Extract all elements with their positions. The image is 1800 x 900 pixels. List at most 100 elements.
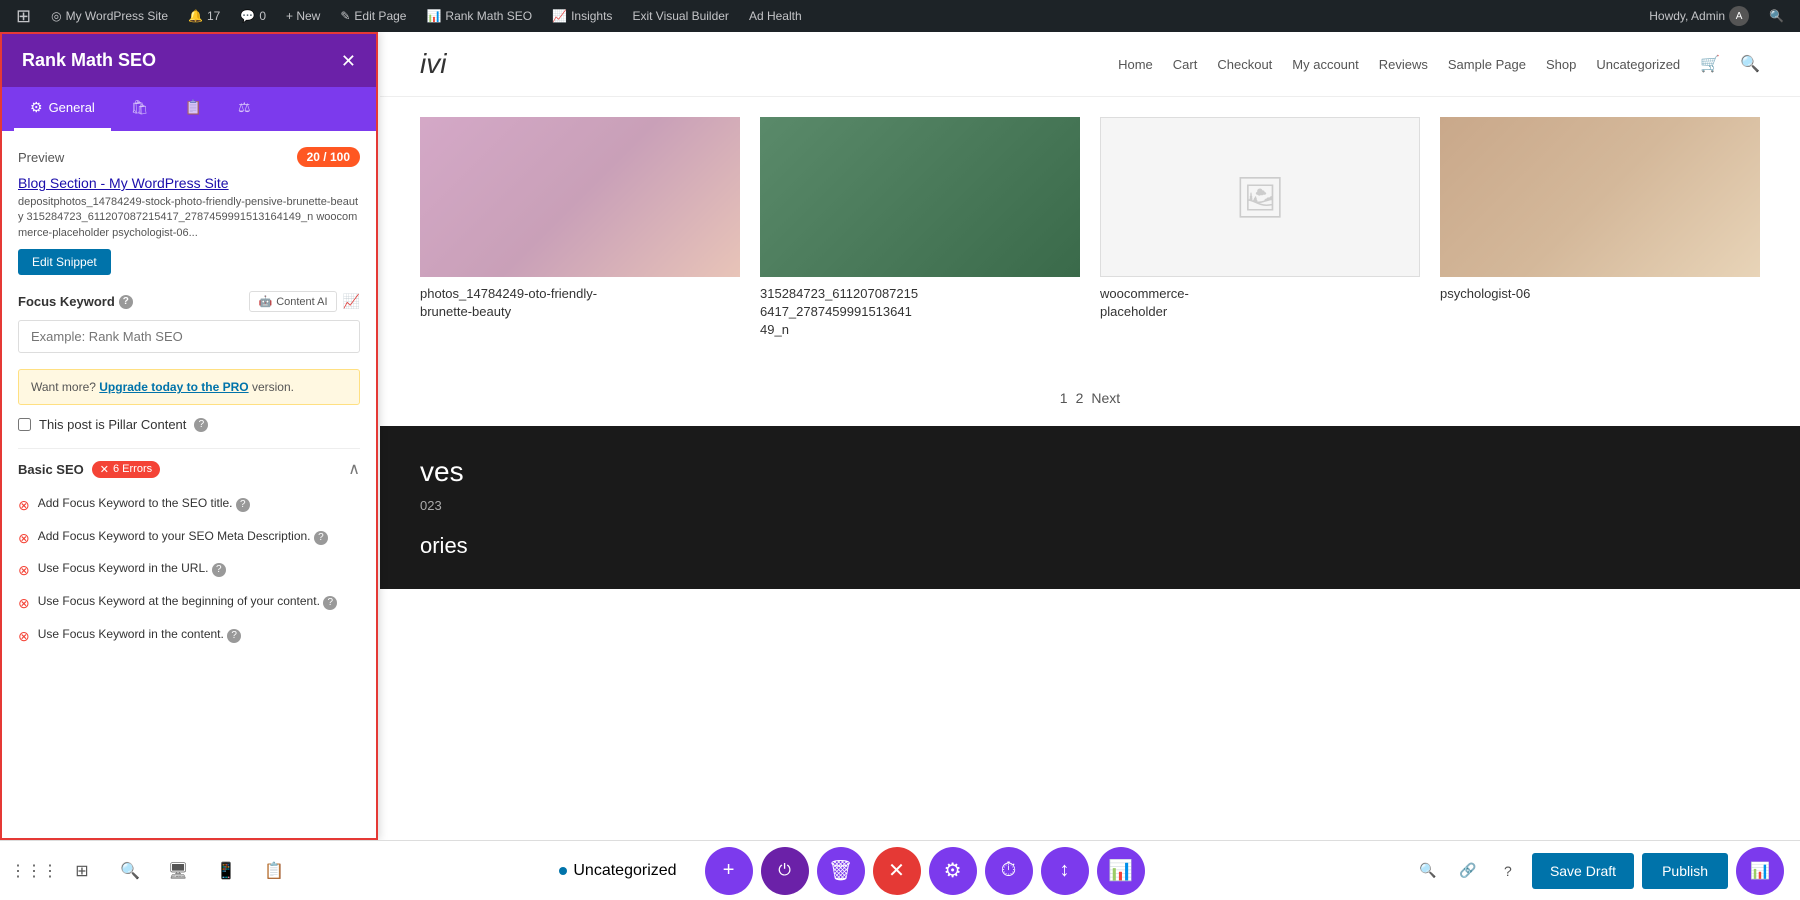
page-2[interactable]: 2 bbox=[1076, 390, 1084, 406]
nav-checkout[interactable]: Checkout bbox=[1217, 57, 1272, 72]
mobile-icon-button[interactable]: 📋 bbox=[256, 853, 292, 889]
advanced-icon: ⚖ bbox=[238, 99, 251, 116]
pagination-next[interactable]: Next bbox=[1091, 390, 1120, 406]
focus-keyword-help-icon[interactable]: ? bbox=[119, 295, 133, 309]
preview-title[interactable]: Blog Section - My WordPress Site bbox=[18, 175, 360, 191]
placeholder-icon: 🖼 bbox=[1235, 174, 1286, 221]
grid-icon-button[interactable]: ⊞ bbox=[64, 853, 100, 889]
tab-general[interactable]: ⚙ General bbox=[14, 87, 111, 131]
wp-logo-icon[interactable]: ⊞ bbox=[8, 6, 39, 27]
new-item[interactable]: + New bbox=[278, 9, 328, 23]
basic-seo-header[interactable]: Basic SEO ✕ 6 Errors ∧ bbox=[18, 448, 360, 489]
rank-math-icon: 📊 bbox=[426, 9, 441, 23]
publish-button[interactable]: Publish bbox=[1642, 853, 1728, 889]
check-help-2[interactable]: ? bbox=[314, 531, 328, 545]
search-right-icon[interactable]: 🔍 bbox=[1412, 855, 1444, 887]
add-fab-button[interactable]: + bbox=[705, 847, 753, 895]
pillar-help-icon[interactable]: ? bbox=[194, 418, 208, 432]
updates-icon: 🔔 bbox=[188, 9, 203, 23]
check-text-2: Add Focus Keyword to your SEO Meta Descr… bbox=[38, 528, 360, 545]
cart-icon[interactable]: 🛒 bbox=[1700, 54, 1720, 74]
search-toolbar-button[interactable]: 🔍 bbox=[112, 853, 148, 889]
site-nav: Home Cart Checkout My account Reviews Sa… bbox=[1118, 54, 1760, 74]
help-right-icon[interactable]: ? bbox=[1492, 855, 1524, 887]
section-title-row: Basic SEO ✕ 6 Errors bbox=[18, 461, 160, 478]
pillar-content-checkbox[interactable] bbox=[18, 418, 31, 431]
rank-math-fab-button[interactable]: 📊 bbox=[1736, 847, 1784, 895]
check-text-4: Use Focus Keyword at the beginning of yo… bbox=[38, 593, 360, 610]
search-nav-icon[interactable]: 🔍 bbox=[1740, 54, 1760, 74]
exit-builder-item[interactable]: Exit Visual Builder bbox=[624, 9, 737, 23]
page-1[interactable]: 1 bbox=[1060, 390, 1068, 406]
rank-math-item[interactable]: 📊 Rank Math SEO bbox=[418, 9, 540, 23]
blog-card[interactable]: 315284723_6112070872156417_2787459991513… bbox=[760, 117, 1080, 340]
admin-bar-right: Howdy, Admin A 🔍 bbox=[1641, 6, 1792, 26]
check-help-3[interactable]: ? bbox=[212, 563, 226, 577]
tab-advanced[interactable]: ⚖ bbox=[222, 87, 267, 131]
dark-heading: ves bbox=[420, 456, 1760, 488]
menu-icon-button[interactable]: ⋮⋮⋮ bbox=[16, 853, 52, 889]
blog-card-image bbox=[760, 117, 1080, 277]
pillar-content-row: This post is Pillar Content ? bbox=[18, 417, 360, 432]
pagination: 1 2 Next bbox=[420, 370, 1760, 426]
seo-check-item: ⊗ Add Focus Keyword to the SEO title. ? bbox=[18, 489, 360, 522]
content-ai-icon: 🤖 bbox=[258, 295, 272, 308]
ad-health-item[interactable]: Ad Health bbox=[741, 9, 810, 23]
desktop-icon-button[interactable]: 🖥 bbox=[160, 853, 196, 889]
check-help-5[interactable]: ? bbox=[227, 629, 241, 643]
insights-item[interactable]: 📈 Insights bbox=[544, 9, 620, 23]
schema-icon: 📋 bbox=[185, 99, 202, 116]
settings-fab-button[interactable]: ⚙ bbox=[929, 847, 977, 895]
link-right-icon[interactable]: 🔗 bbox=[1452, 855, 1484, 887]
panel-header: Rank Math SEO ✕ bbox=[2, 34, 376, 87]
trend-icon[interactable]: 📈 bbox=[343, 293, 360, 310]
toolbar-right: 🔍 🔗 ? Save Draft Publish 📊 bbox=[1412, 847, 1784, 895]
chart-fab-button[interactable]: 📊 bbox=[1097, 847, 1145, 895]
timer-fab-button[interactable]: ⏱ bbox=[985, 847, 1033, 895]
panel-title: Rank Math SEO bbox=[22, 50, 156, 71]
upgrade-link[interactable]: Upgrade today to the PRO bbox=[99, 380, 248, 394]
check-help-1[interactable]: ? bbox=[236, 498, 250, 512]
tab-schema[interactable]: 📋 bbox=[169, 87, 218, 131]
site-content: photos_14784249-oto-friendly-brunette-be… bbox=[380, 97, 1800, 895]
edit-snippet-button[interactable]: Edit Snippet bbox=[18, 249, 111, 275]
power-fab-button[interactable]: ⏻ bbox=[761, 847, 809, 895]
nav-shop[interactable]: Shop bbox=[1546, 57, 1576, 72]
save-draft-button[interactable]: Save Draft bbox=[1532, 853, 1634, 889]
blog-card-image bbox=[1440, 117, 1760, 277]
collapse-icon[interactable]: ∧ bbox=[348, 459, 360, 479]
site-name[interactable]: ◎ My WordPress Site bbox=[43, 9, 176, 23]
tab-social[interactable]: 🛍 bbox=[115, 87, 165, 131]
tablet-icon-button[interactable]: 📱 bbox=[208, 853, 244, 889]
delete-fab-button[interactable]: 🗑 bbox=[817, 847, 865, 895]
nav-my-account[interactable]: My account bbox=[1292, 57, 1358, 72]
bottom-toolbar: ⋮⋮⋮ ⊞ 🔍 🖥 📱 📋 Uncategorized + ⏻ 🗑 ✕ ⚙ ⏱ … bbox=[0, 840, 1800, 900]
blog-card[interactable]: 🖼 woocommerce-placeholder bbox=[1100, 117, 1420, 340]
blog-card-title: woocommerce-placeholder bbox=[1100, 285, 1420, 321]
sort-fab-button[interactable]: ↕ bbox=[1041, 847, 1089, 895]
focus-keyword-input[interactable] bbox=[18, 320, 360, 353]
comments-item[interactable]: 💬 0 bbox=[232, 9, 274, 23]
close-fab-button[interactable]: ✕ bbox=[873, 847, 921, 895]
insights-icon: 📈 bbox=[552, 9, 567, 23]
nav-sample-page[interactable]: Sample Page bbox=[1448, 57, 1526, 72]
search-admin-icon[interactable]: 🔍 bbox=[1761, 9, 1792, 23]
updates-item[interactable]: 🔔 17 bbox=[180, 9, 228, 23]
nav-home[interactable]: Home bbox=[1118, 57, 1153, 72]
panel-close-button[interactable]: ✕ bbox=[341, 52, 356, 70]
blog-card[interactable]: photos_14784249-oto-friendly-brunette-be… bbox=[420, 117, 740, 340]
social-icon: 🛍 bbox=[131, 99, 149, 116]
nav-reviews[interactable]: Reviews bbox=[1379, 57, 1428, 72]
avatar-icon: A bbox=[1729, 6, 1749, 26]
focus-keyword-label: Focus Keyword ? bbox=[18, 294, 133, 309]
blog-card[interactable]: psychologist-06 bbox=[1440, 117, 1760, 340]
error-icon-2: ⊗ bbox=[18, 529, 30, 549]
nav-cart[interactable]: Cart bbox=[1173, 57, 1198, 72]
check-help-4[interactable]: ? bbox=[323, 596, 337, 610]
nav-uncategorized[interactable]: Uncategorized bbox=[1596, 57, 1680, 72]
content-ai-button[interactable]: 🤖 Content AI bbox=[249, 291, 336, 312]
comments-icon: 💬 bbox=[240, 9, 255, 23]
error-icon-4: ⊗ bbox=[18, 594, 30, 614]
howdy-item[interactable]: Howdy, Admin A bbox=[1641, 6, 1757, 26]
edit-page-item[interactable]: ✎ Edit Page bbox=[332, 9, 414, 23]
